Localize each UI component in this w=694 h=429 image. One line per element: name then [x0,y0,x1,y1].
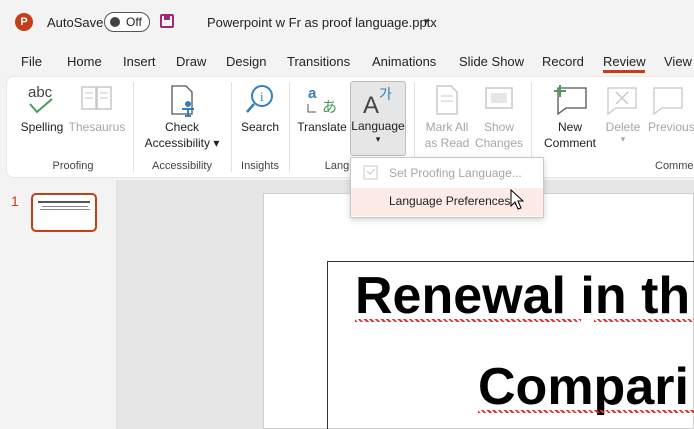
as-read-label: as Read [424,136,470,150]
tab-review[interactable]: Review [603,54,646,69]
toggle-state-label: Off [126,15,142,29]
new-comment-icon [554,85,587,116]
tab-animations[interactable]: Animations [372,54,436,69]
show-changes-icon [485,87,513,109]
group-label-comments: Comme [655,160,694,172]
previous-comment-button[interactable]: Previous [646,82,694,144]
powerpoint-logo-icon: P [15,13,33,31]
new-label: New [557,120,582,134]
group-label-proofing: Proofing [52,160,94,172]
document-title[interactable]: Powerpoint w Fr as proof language.pptx [207,15,437,30]
group-divider [289,82,290,172]
tab-file[interactable]: File [21,54,42,69]
check-accessibility-button[interactable]: Check Accessibility ▾ [142,82,222,152]
mark-all-label: Mark All [425,120,469,134]
language-button[interactable]: A 가 Language ▾ [350,81,406,156]
previous-comment-icon [653,87,683,116]
changes-label: Changes [474,136,524,150]
tab-transitions[interactable]: Transitions [287,54,350,69]
svg-text:a: a [308,85,317,102]
svg-text:あ: あ [322,98,337,116]
autosave-toggle[interactable]: Off [104,12,150,32]
chevron-down-icon[interactable]: ▾ [424,16,429,27]
tab-slide-show[interactable]: Slide Show [459,54,524,69]
chevron-down-icon: ▾ [375,134,381,144]
new-comment-button[interactable]: New Comment [538,82,602,152]
active-tab-indicator [603,70,645,73]
menu-item-set-proofing-language[interactable]: Set Proofing Language... [389,166,522,180]
mouse-cursor-icon [510,189,524,210]
tab-home[interactable]: Home [67,54,102,69]
spelling-error-underline [594,319,694,322]
accessibility-label: Accessibility ▾ [144,136,220,150]
spelling-icon: abc [28,84,53,114]
spelling-error-underline [355,319,581,322]
check-label: Check [164,120,199,134]
comment-label: Comment [543,136,596,150]
tab-draw[interactable]: Draw [176,54,206,69]
group-label-insights: Insights [241,160,279,172]
slide-number: 1 [11,193,19,209]
search-label: Search [240,120,280,134]
mark-read-icon [436,85,458,115]
thesaurus-button[interactable]: Thesaurus [68,82,126,144]
translate-icon: a あ [307,85,337,116]
tab-record[interactable]: Record [542,54,584,69]
chevron-down-icon: ▾ [620,134,626,144]
proofing-language-icon [363,165,378,180]
svg-text:i: i [260,89,264,104]
delete-label: Delete [605,120,641,134]
accessibility-icon [171,85,194,117]
menu-item-language-preferences[interactable]: Language Preferences... [389,194,520,208]
show-changes-button[interactable]: Show Changes [474,82,524,152]
svg-text:가: 가 [379,87,392,103]
slide-title-line-1[interactable]: Renewal in th [355,266,690,326]
thesaurus-label: Thesaurus [68,120,126,134]
search-button[interactable]: i Search [238,82,282,144]
tab-view[interactable]: View [664,54,692,69]
slide-title-line-2[interactable]: Compari [478,357,689,417]
group-label-accessibility: Accessibility [152,160,212,172]
spelling-error-underline [478,410,694,413]
previous-label: Previous [648,120,694,134]
spelling-label: Spelling [20,120,64,134]
tab-insert[interactable]: Insert [123,54,156,69]
group-label-language: Lang [324,160,350,172]
delete-comment-icon [607,87,637,116]
delete-comment-button[interactable]: Delete ▾ [602,82,644,152]
search-icon: i [246,85,273,113]
spelling-button[interactable]: abc Spelling [20,82,64,144]
save-icon[interactable] [160,14,174,28]
autosave-label: AutoSave [47,15,104,30]
toggle-knob [110,17,120,27]
slide-thumbnail[interactable] [31,193,97,232]
group-divider [231,82,232,172]
book-icon [81,86,112,110]
tab-design[interactable]: Design [226,54,266,69]
translate-button[interactable]: a あ Translate [296,82,348,144]
translate-label: Translate [297,120,347,134]
svg-text:A: A [363,92,379,119]
show-label: Show [483,120,515,134]
language-icon: A 가 [363,87,392,119]
language-label: Language [351,119,405,133]
mark-all-as-read-button[interactable]: Mark All as Read [421,82,473,152]
svg-text:abc: abc [28,84,53,101]
group-divider [133,82,134,172]
